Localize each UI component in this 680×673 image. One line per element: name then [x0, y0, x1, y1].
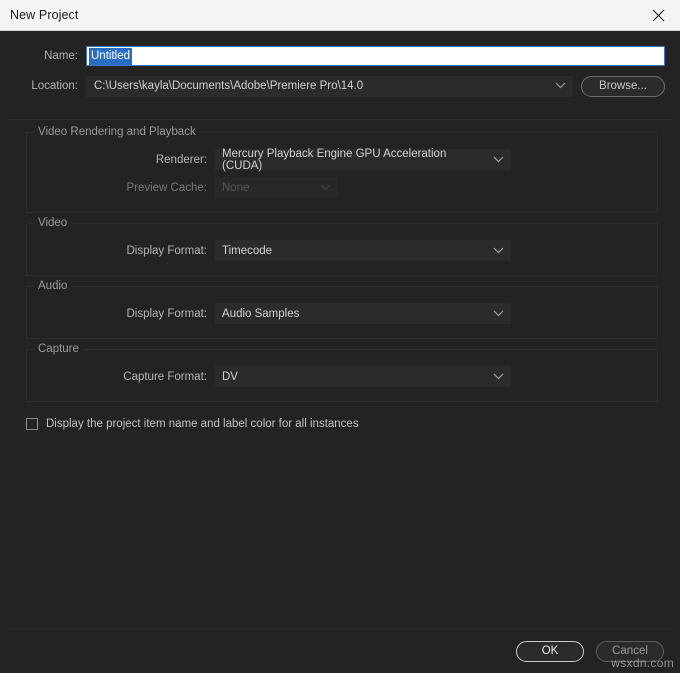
dialog-footer: OK Cancel [0, 629, 680, 673]
close-button[interactable] [636, 0, 680, 30]
renderer-row: Renderer: Mercury Playback Engine GPU Ac… [27, 147, 657, 172]
close-icon [652, 9, 665, 22]
preview-cache-select: None [215, 177, 338, 198]
group-title-video-rendering: Video Rendering and Playback [35, 126, 201, 138]
display-project-item-name-checkbox-row[interactable]: Display the project item name and label … [26, 418, 672, 430]
chevron-down-icon [555, 80, 566, 92]
group-audio: Audio Display Format: Audio Samples [26, 280, 658, 339]
display-project-item-name-label: Display the project item name and label … [46, 418, 359, 430]
capture-format-select[interactable]: DV [215, 366, 511, 387]
chevron-down-icon [493, 308, 504, 320]
capture-format-row: Capture Format: DV [27, 366, 657, 387]
renderer-label: Renderer: [155, 153, 207, 166]
preview-cache-label: Preview Cache: [126, 181, 207, 194]
renderer-value: Mercury Playback Engine GPU Acceleration… [222, 147, 447, 172]
chevron-down-icon [320, 182, 331, 194]
ok-button[interactable]: OK [516, 640, 584, 662]
ok-button-label: OK [541, 645, 559, 657]
preview-cache-row: Preview Cache: None [27, 177, 657, 198]
cancel-button[interactable]: Cancel [596, 640, 664, 662]
preview-cache-value: None [222, 181, 250, 194]
group-video-rendering-and-playback: Video Rendering and Playback Renderer: M… [26, 126, 658, 213]
name-row: Name: Untitled [0, 45, 680, 67]
window-title: New Project [10, 8, 79, 22]
group-title-capture: Capture [35, 343, 84, 355]
audio-display-format-label: Display Format: [126, 307, 207, 320]
audio-display-format-select[interactable]: Audio Samples [215, 303, 511, 324]
video-display-format-row: Display Format: Timecode [27, 240, 657, 261]
browse-button[interactable]: Browse... [581, 75, 665, 97]
title-bar: New Project [0, 0, 680, 31]
capture-format-label: Capture Format: [123, 370, 207, 383]
video-display-format-select[interactable]: Timecode [215, 240, 511, 261]
location-value: C:\Users\kayla\Documents\Adobe\Premiere … [94, 80, 364, 92]
dialog-body: Name: Untitled Location: C:\Users\kayla\… [0, 31, 680, 673]
chevron-down-icon [493, 154, 504, 166]
video-display-format-label: Display Format: [126, 244, 207, 257]
group-title-audio: Audio [35, 280, 73, 292]
chevron-down-icon [493, 245, 504, 257]
group-capture: Capture Capture Format: DV [26, 343, 658, 402]
location-row: Location: C:\Users\kayla\Documents\Adobe… [0, 75, 680, 97]
new-project-dialog: New Project Name: Untitled Location: C:\… [0, 0, 680, 673]
name-input-value: Untitled [89, 47, 132, 65]
video-display-format-value: Timecode [222, 244, 273, 257]
display-project-item-name-checkbox[interactable] [26, 418, 38, 430]
group-video: Video Display Format: Timecode [26, 217, 658, 276]
group-title-video: Video [35, 217, 73, 229]
capture-format-value: DV [222, 370, 238, 383]
chevron-down-icon [493, 371, 504, 383]
browse-button-label: Browse... [599, 80, 647, 92]
renderer-select[interactable]: Mercury Playback Engine GPU Acceleration… [215, 147, 511, 172]
name-label: Name: [44, 50, 78, 62]
audio-display-format-row: Display Format: Audio Samples [27, 303, 657, 324]
name-input[interactable]: Untitled [86, 46, 665, 66]
cancel-button-label: Cancel [612, 645, 648, 657]
location-label: Location: [31, 80, 78, 92]
audio-display-format-value: Audio Samples [222, 307, 300, 320]
settings-panel: Video Rendering and Playback Renderer: M… [8, 119, 672, 629]
location-select[interactable]: C:\Users\kayla\Documents\Adobe\Premiere … [86, 75, 573, 97]
